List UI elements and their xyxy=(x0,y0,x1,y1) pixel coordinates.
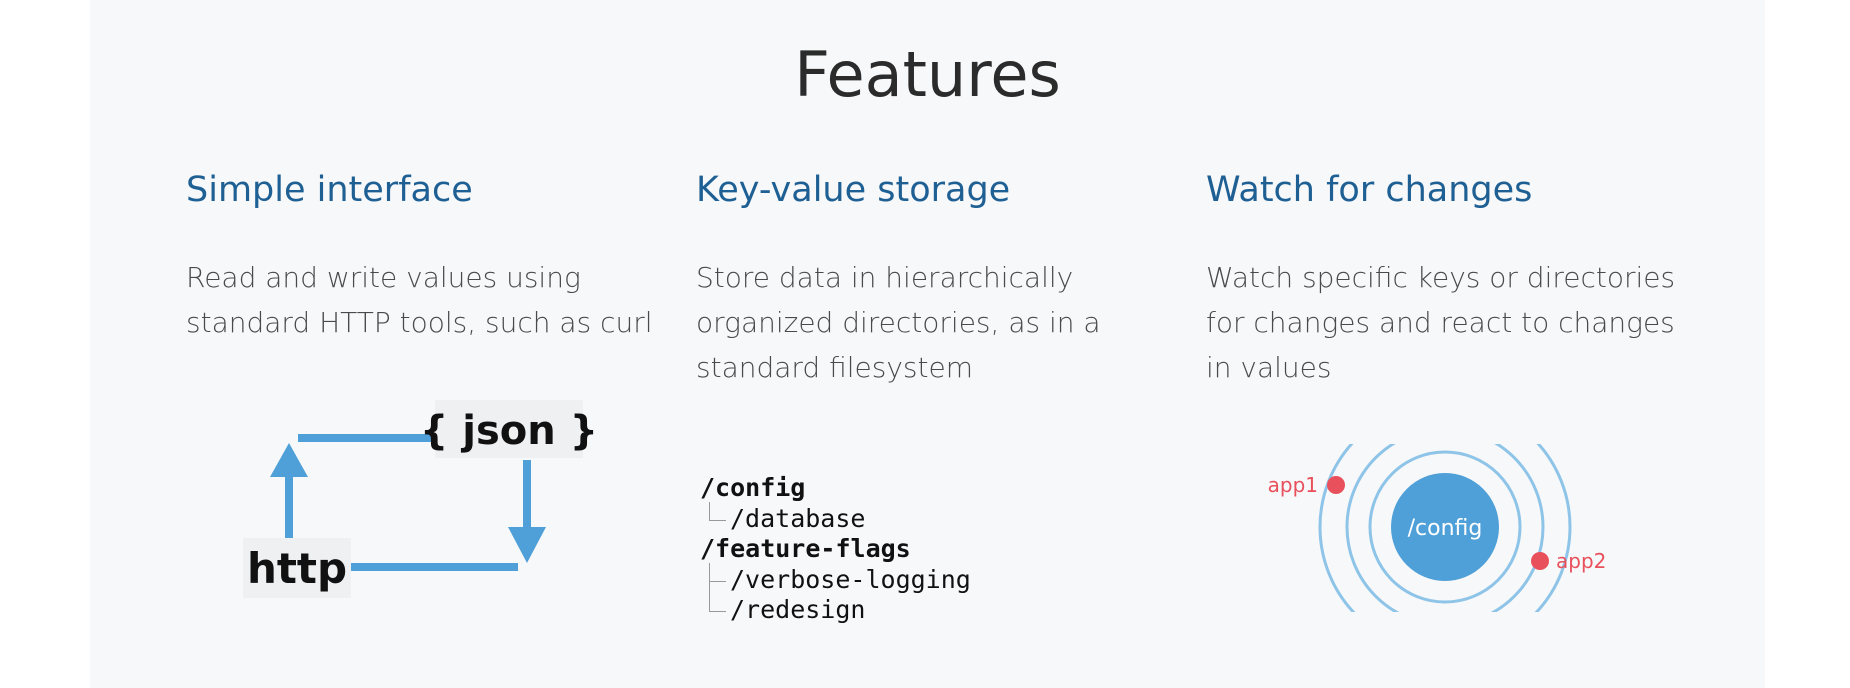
app2-label: app2 xyxy=(1556,549,1606,573)
arrow-up-head-icon xyxy=(270,443,308,477)
config-node-label: /config xyxy=(1408,516,1483,541)
http-json-diagram: { json } http xyxy=(243,400,598,598)
feature-title-watch-for-changes: Watch for changes xyxy=(1206,170,1533,210)
app1-dot xyxy=(1327,476,1345,494)
arrow-down-head-icon xyxy=(508,527,546,563)
feature-title-simple-interface: Simple interface xyxy=(186,170,473,210)
http-label: http xyxy=(247,544,347,593)
directory-tree: /config /database /feature-flags /verbos… xyxy=(700,473,971,626)
section-title: Features xyxy=(794,38,1061,111)
feature-desc-key-value-storage: Store data in hierarchically organized d… xyxy=(696,261,1101,384)
tree-item-database: /database xyxy=(700,501,971,535)
tree-item-label: /redesign xyxy=(730,595,866,624)
watch-diagram: /config app1 app2 xyxy=(1268,444,1606,612)
tree-item-label: /database xyxy=(730,503,866,533)
json-label: { json } xyxy=(420,408,598,454)
feature-title-key-value-storage: Key-value storage xyxy=(696,170,1011,210)
tree-item-label: /verbose-logging xyxy=(730,564,971,594)
feature-desc-watch-for-changes: Watch specific keys or directories for c… xyxy=(1206,261,1676,384)
feature-desc-simple-interface: Read and write values using standard HTT… xyxy=(186,261,653,339)
tree-root-feature-flags: /feature-flags xyxy=(700,534,911,563)
tree-root-config: /config xyxy=(700,473,806,502)
app2-dot xyxy=(1531,552,1549,570)
tree-item-verbose-logging: /verbose-logging xyxy=(700,562,971,597)
app1-label: app1 xyxy=(1268,473,1318,497)
tree-item-redesign: /redesign xyxy=(700,593,971,626)
